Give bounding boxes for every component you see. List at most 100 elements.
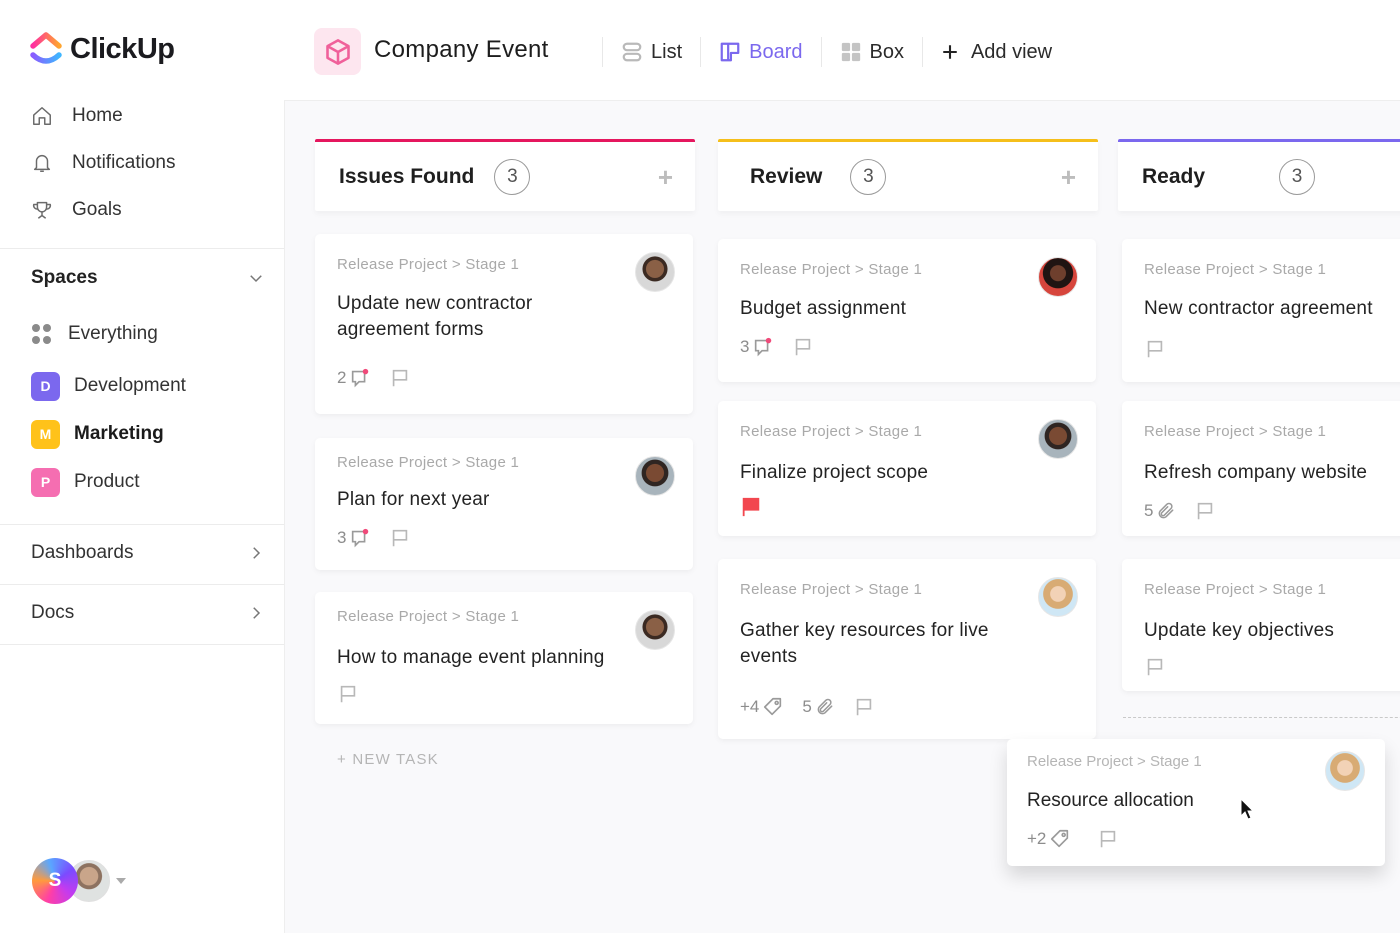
workspace-avatar[interactable]: S — [32, 858, 78, 904]
divider — [0, 524, 284, 525]
tab-list[interactable]: List — [621, 41, 682, 64]
comment-count-value: 3 — [337, 528, 347, 547]
mouse-cursor-icon — [1240, 798, 1255, 820]
comment-count[interactable]: 3 — [337, 527, 371, 549]
assignee-avatar[interactable] — [1325, 751, 1365, 791]
urgent-flag-icon[interactable] — [740, 496, 762, 518]
flag-icon[interactable] — [389, 367, 411, 389]
attachment-count[interactable]: 5 — [802, 697, 834, 717]
task-title: Budget assignment — [740, 298, 907, 319]
plus-icon — [943, 45, 957, 59]
divider — [0, 644, 284, 645]
task-meta: 3 — [740, 336, 1074, 358]
comment-icon — [755, 337, 772, 357]
space-list: Everything D Development M Marketing P P… — [31, 310, 186, 506]
add-view-button[interactable]: Add view — [941, 41, 1052, 64]
chevron-right-icon — [253, 607, 261, 619]
add-view-label: Add view — [970, 40, 1053, 63]
flag-icon[interactable] — [792, 336, 814, 358]
task-card[interactable]: Release Project > Stage 1 New contractor… — [1122, 239, 1400, 382]
space-item-marketing[interactable]: M Marketing — [31, 410, 186, 458]
task-card[interactable]: Release Project > Stage 1 Plan for next … — [315, 438, 693, 570]
task-title: Update key objectives — [1144, 620, 1335, 641]
space-badge: P — [31, 467, 60, 497]
logo[interactable]: ClickUp — [30, 32, 175, 66]
assignee-avatar[interactable] — [635, 610, 675, 650]
comment-count[interactable]: 3 — [740, 336, 774, 358]
attachment-count[interactable]: 5 — [1144, 501, 1176, 521]
flag-icon[interactable] — [1144, 656, 1166, 678]
task-title: Gather key resources for live events — [740, 620, 989, 667]
add-task-icon[interactable]: + — [1061, 164, 1076, 190]
flag-icon[interactable] — [1144, 338, 1166, 360]
paperclip-icon — [1159, 502, 1174, 519]
caret-down-icon[interactable] — [116, 878, 126, 884]
task-meta — [337, 683, 671, 705]
task-meta — [740, 496, 1074, 518]
new-task-button[interactable]: + NEW TASK — [337, 751, 439, 768]
comment-count-value: 2 — [337, 368, 347, 387]
space-item-development[interactable]: D Development — [31, 362, 186, 410]
comment-icon — [352, 528, 369, 548]
nav-item-home[interactable]: Home — [30, 92, 176, 139]
task-card[interactable]: Release Project > Stage 1 Budget assignm… — [718, 239, 1096, 382]
chevron-down-icon[interactable] — [247, 269, 265, 287]
column-ready: Ready 3 — [1118, 139, 1400, 211]
view-tabs: List Board Box Add view — [584, 32, 1052, 72]
tag-count[interactable]: +2 — [1027, 828, 1071, 850]
nav-item-notifications[interactable]: Notifications — [30, 139, 176, 186]
comment-count[interactable]: 2 — [337, 367, 371, 389]
assignee-avatar[interactable] — [635, 252, 675, 292]
assignee-avatar[interactable] — [1038, 419, 1078, 459]
tab-box[interactable]: Box — [840, 41, 904, 64]
task-title: Update new contractor agreement forms — [337, 293, 533, 340]
brand-name: ClickUp — [70, 32, 175, 65]
task-card[interactable]: Release Project > Stage 1 How to manage … — [315, 592, 693, 724]
tag-icon — [1051, 829, 1069, 848]
space-label: Product — [74, 471, 140, 492]
flag-icon[interactable] — [337, 683, 359, 705]
column-issues-found: Issues Found 3 + — [315, 139, 695, 211]
task-card[interactable]: Release Project > Stage 1 Update key obj… — [1122, 559, 1400, 691]
divider — [0, 248, 284, 249]
add-task-icon[interactable]: + — [658, 164, 673, 190]
task-title: New contractor agreement — [1144, 298, 1373, 319]
assignee-avatar[interactable] — [635, 456, 675, 496]
flag-icon[interactable] — [853, 696, 875, 718]
task-card[interactable]: Release Project > Stage 1 Refresh compan… — [1122, 401, 1400, 536]
flag-icon[interactable] — [1194, 500, 1216, 522]
docs-label: Docs — [31, 602, 75, 623]
sidebar-item-docs[interactable]: Docs — [31, 593, 265, 633]
space-badge: D — [31, 371, 60, 401]
tag-icon — [764, 697, 782, 716]
task-breadcrumb: Release Project > Stage 1 — [337, 454, 520, 471]
divider — [602, 37, 603, 67]
task-card[interactable]: Release Project > Stage 1 Update new con… — [315, 234, 693, 414]
spaces-label: Spaces — [31, 267, 98, 288]
assignee-avatar[interactable] — [1038, 577, 1078, 617]
space-label: Development — [74, 375, 186, 396]
space-item-product[interactable]: P Product — [31, 458, 186, 506]
tab-board[interactable]: Board — [719, 41, 803, 64]
task-breadcrumb: Release Project > Stage 1 — [1144, 423, 1327, 440]
dragging-task-card[interactable]: Release Project > Stage 1 Resource alloc… — [1007, 739, 1385, 866]
nav-item-goals[interactable]: Goals — [30, 186, 176, 233]
user-menu[interactable]: S — [32, 858, 126, 904]
sidebar-item-dashboards[interactable]: Dashboards — [31, 533, 265, 573]
spaces-header[interactable]: Spaces — [31, 262, 265, 294]
column-count: 3 — [850, 158, 887, 195]
space-item-everything[interactable]: Everything — [31, 310, 186, 358]
task-title: Refresh company website — [1144, 462, 1368, 483]
assignee-avatar[interactable] — [1038, 257, 1078, 297]
task-breadcrumb: Release Project > Stage 1 — [337, 256, 520, 273]
task-card[interactable]: Release Project > Stage 1 Gather key res… — [718, 559, 1096, 739]
task-breadcrumb: Release Project > Stage 1 — [337, 608, 520, 625]
flag-icon[interactable] — [389, 527, 411, 549]
task-card[interactable]: Release Project > Stage 1 Finalize proje… — [718, 401, 1096, 536]
tag-count[interactable]: +4 — [740, 696, 784, 718]
task-breadcrumb: Release Project > Stage 1 — [740, 581, 923, 598]
space-badge: M — [31, 419, 60, 449]
flag-icon[interactable] — [1097, 828, 1119, 850]
column-title: Ready — [1142, 164, 1206, 188]
task-breadcrumb: Release Project > Stage 1 — [1144, 261, 1327, 278]
